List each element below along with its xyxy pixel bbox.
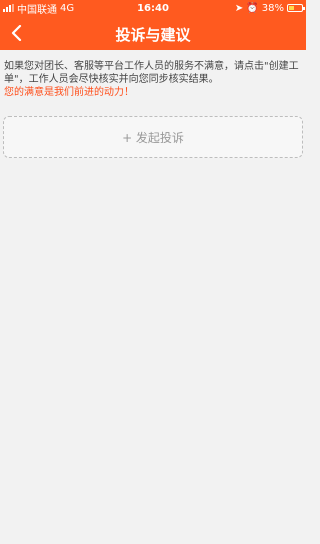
signal-icon <box>3 4 14 12</box>
page-title: 投诉与建议 <box>115 26 191 44</box>
notice-highlight: 您的满意是我们前进的动力！ <box>4 87 134 98</box>
alarm-icon: ⏰ <box>246 2 259 14</box>
create-complaint-label: + 发起投诉 <box>122 130 184 145</box>
nav-bar: 投诉与建议 <box>0 16 306 50</box>
create-complaint-button[interactable]: + 发起投诉 <box>3 116 303 158</box>
network-label: 4G <box>60 2 75 14</box>
battery-percent: 38% <box>261 2 284 14</box>
notice-block: 如果您对团长、客服等平台工作人员的服务不满意，请点击"创建工单"，工作人员会尽快… <box>4 60 302 99</box>
location-icon: ➤ <box>234 2 244 14</box>
notice-text: 如果您对团长、客服等平台工作人员的服务不满意，请点击"创建工单"，工作人员会尽快… <box>4 61 299 85</box>
status-left: 中国联通 4G <box>3 1 74 16</box>
battery-icon <box>287 4 305 12</box>
status-right: ➤ ⏰ 38% <box>234 2 305 14</box>
carrier-label: 中国联通 <box>17 4 57 16</box>
status-bar: 中国联通 4G 16:40 ➤ ⏰ 38% <box>0 0 306 16</box>
